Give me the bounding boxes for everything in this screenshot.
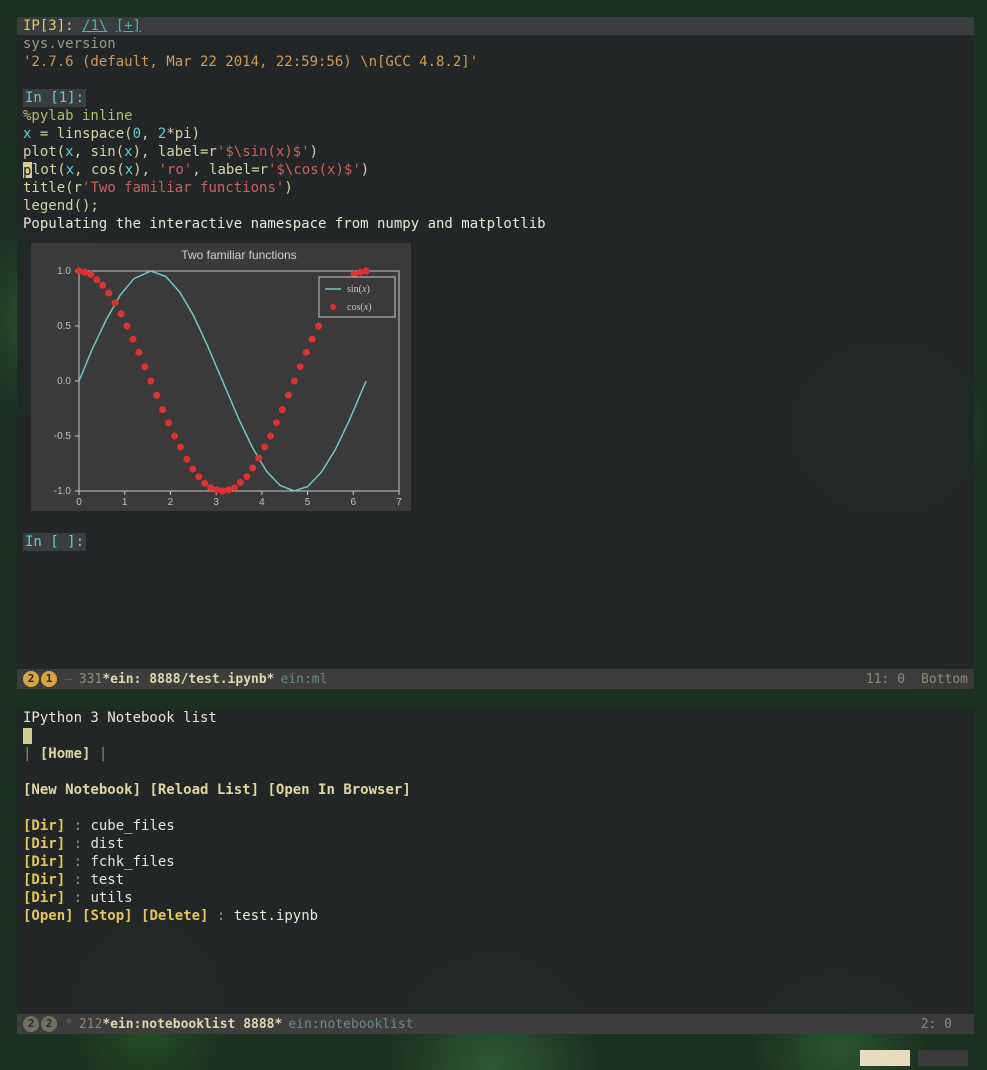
taskbar-thumb-2[interactable] (918, 1050, 968, 1066)
scroll-pos: Bottom (921, 672, 968, 687)
dir-button[interactable]: [Dir] (23, 836, 65, 852)
code-area[interactable]: sys.version '2.7.6 (default, Mar 22 2014… (17, 35, 974, 233)
svg-text:-0.5: -0.5 (54, 431, 72, 442)
list-item[interactable]: [Dir] : dist (23, 835, 968, 853)
buffer-name-bot: *ein:notebooklist 8888* (102, 1017, 282, 1032)
window-badge-b1[interactable]: 2 (23, 1016, 39, 1032)
svg-text:0.0: 0.0 (57, 376, 71, 387)
cursor-pos-bot: 2: 0 (921, 1017, 952, 1032)
taskbar-thumbs (860, 1050, 976, 1070)
svg-text:3: 3 (213, 497, 219, 508)
list-item[interactable]: [Dir] : utils (23, 889, 968, 907)
nb-open-button[interactable]: [Open] (23, 908, 74, 924)
kernel-label: IP[3]: (23, 18, 74, 34)
svg-text:Two familiar functions: Two familiar functions (181, 248, 296, 262)
svg-text:2: 2 (168, 497, 174, 508)
modeline-bottom: 2 2 * 212 *ein:notebooklist 8888* ein:no… (17, 1014, 974, 1034)
worksheet-header: IP[3]: /1\ [+] (17, 17, 974, 35)
cell-prompt-1: In [1]: (23, 89, 86, 107)
nb-stop-button[interactable]: [Stop] (82, 908, 133, 924)
open-browser-button[interactable]: [Open In Browser] (267, 782, 410, 798)
out-l2: '2.7.6 (default, Mar 22 2014, 22:59:56) … (23, 54, 478, 70)
empty-cell[interactable]: In [ ]: (17, 515, 974, 551)
add-worksheet-button[interactable]: [+] (116, 18, 141, 34)
buffer-name: *ein: 8888/test.ipynb* (102, 672, 274, 687)
major-mode-bot: ein:notebooklist (288, 1017, 413, 1032)
svg-text:sin(x): sin(x) (347, 284, 370, 295)
populate-msg: Populating the interactive namespace fro… (23, 216, 546, 232)
cursor-pos: 11: 0 (866, 672, 905, 687)
reload-list-button[interactable]: [Reload List] (149, 782, 259, 798)
dir-button[interactable]: [Dir] (23, 854, 65, 870)
modeline-top: 2 1 — 331 *ein: 8888/test.ipynb* ein:ml … (17, 669, 974, 689)
svg-text:5: 5 (305, 497, 311, 508)
dir-button[interactable]: [Dir] (23, 872, 65, 888)
svg-text:6: 6 (351, 497, 357, 508)
list-item[interactable]: [Dir] : cube_files (23, 817, 968, 835)
matplotlib-output: Two familiar functions 0 1 2 3 4 5 6 7 -1.0 -0.5 0.… (31, 243, 411, 511)
window-badge-b2[interactable]: 2 (41, 1016, 57, 1032)
editor-pane-top[interactable]: IP[3]: /1\ [+] sys.version '2.7.6 (defau… (17, 17, 974, 689)
home-link[interactable]: [Home] (40, 746, 91, 762)
out-l1: sys.version (23, 36, 116, 52)
svg-text:1: 1 (122, 497, 128, 508)
svg-text:4: 4 (259, 497, 265, 508)
dir-button[interactable]: [Dir] (23, 890, 65, 906)
window-badge-1[interactable]: 2 (23, 671, 39, 687)
taskbar-thumb-1[interactable] (860, 1050, 910, 1066)
svg-text:0: 0 (76, 497, 82, 508)
new-notebook-button[interactable]: [New Notebook] (23, 782, 141, 798)
chart-svg: Two familiar functions 0 1 2 3 4 5 6 7 -1.0 -0.5 0.… (31, 243, 411, 511)
line-num: 331 (79, 672, 102, 687)
nb-name: test.ipynb (234, 908, 318, 924)
nb-delete-button[interactable]: [Delete] (141, 908, 208, 924)
notebook-list: IPython 3 Notebook list | [Home] | [New … (17, 709, 974, 925)
list-item[interactable]: [Dir] : test (23, 871, 968, 889)
nblist-title: IPython 3 Notebook list (23, 710, 217, 726)
dir-button[interactable]: [Dir] (23, 818, 65, 834)
window-badge-2[interactable]: 1 (41, 671, 57, 687)
text-cursor-bot (23, 728, 32, 744)
editor-pane-bottom[interactable]: IPython 3 Notebook list | [Home] | [New … (17, 709, 974, 1034)
list-item[interactable]: [Dir] : fchk_files (23, 853, 968, 871)
worksheet-sel[interactable]: /1\ (82, 18, 107, 34)
major-mode: ein:ml (281, 672, 328, 687)
svg-text:cos(x): cos(x) (347, 302, 371, 313)
cell-prompt-empty: In [ ]: (23, 533, 86, 551)
svg-text:0.5: 0.5 (57, 321, 71, 332)
code-l1: %pylab inline (23, 108, 133, 124)
svg-text:7: 7 (396, 497, 402, 508)
svg-text:1.0: 1.0 (57, 266, 71, 277)
svg-text:-1.0: -1.0 (54, 486, 72, 497)
text-cursor: p (23, 162, 32, 178)
